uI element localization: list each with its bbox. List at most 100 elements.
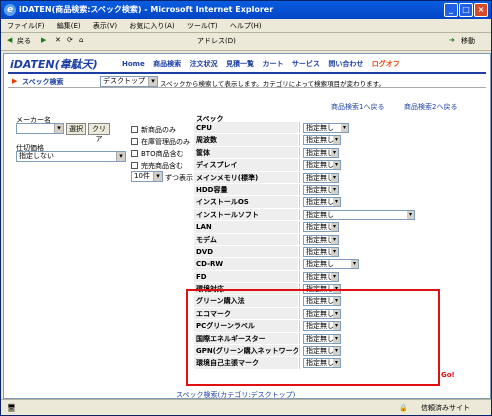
spec-row-value-cell: 指定無し <box>299 270 430 283</box>
spec-row-name: DVD <box>194 245 298 258</box>
nav-cart[interactable]: カート <box>262 60 283 68</box>
ie-icon: e <box>4 4 16 16</box>
spec-row-value-cell: 指定無し <box>299 171 430 183</box>
spec-select[interactable]: 指定無し <box>303 184 339 195</box>
nav-home[interactable]: Home <box>122 60 145 68</box>
title-bar: e iDATEN(商品検索:スペック検索) - Microsoft Intern… <box>1 1 491 19</box>
maker-select-button[interactable]: 選択 <box>66 123 86 135</box>
spec-select[interactable]: 指定無し <box>303 234 339 245</box>
close-button[interactable]: × <box>474 3 488 17</box>
price-select[interactable]: 指定しない <box>16 151 126 162</box>
spec-row-name: 周波数 <box>194 134 298 146</box>
menu-file[interactable]: ファイル(F) <box>7 22 45 30</box>
new-only-checkbox[interactable] <box>131 126 138 133</box>
nav-orders[interactable]: 注文状況 <box>190 60 218 68</box>
spec-row-value-cell: 指定無し <box>299 208 430 221</box>
soldout-label: 完売商品含む <box>141 162 183 170</box>
spec-select[interactable]: 指定無し <box>303 197 341 208</box>
site-nav: Home 商品検索 注文状況 見積一覧 カート サービス 問い合わせ ログオフ <box>122 59 406 69</box>
spec-row-name: ディスプレイ <box>194 159 298 171</box>
go-link[interactable]: Go! <box>441 371 455 379</box>
new-only-label: 新商品のみ <box>141 126 176 134</box>
spec-search-title: スペック検索 <box>22 78 64 86</box>
spec-row: HDD容量 指定無し <box>194 183 430 197</box>
browser-window: e iDATEN(商品検索:スペック検索) - Microsoft Intern… <box>0 0 492 416</box>
nav-services[interactable]: サービス <box>292 60 320 68</box>
maker-input[interactable] <box>16 123 64 134</box>
refresh-icon[interactable]: ⟳ <box>67 36 73 44</box>
spec-row-name: インストールOS <box>194 196 298 208</box>
spec-row-value-cell: 指定無し <box>299 221 430 233</box>
spec-row-value-cell: 指定無し <box>299 134 430 146</box>
spec-row-name: CPU <box>194 122 298 134</box>
page-icon: 🖥 <box>7 404 16 412</box>
spec-select[interactable]: 指定無し <box>303 246 339 257</box>
lock-icon: 🔒 <box>399 404 408 412</box>
spec-select[interactable]: 指定無し <box>303 209 415 220</box>
stock-only-label: 在庫管理品のみ <box>141 138 190 146</box>
maximize-button[interactable]: □ <box>459 3 473 17</box>
spec-row: 筐体 指定無し <box>194 146 430 160</box>
stop-icon[interactable]: ✕ <box>55 36 61 44</box>
spec-row-name: メインメモリ(標準) <box>194 171 298 183</box>
stock-only-checkbox[interactable] <box>131 138 138 145</box>
bto-checkbox[interactable] <box>131 150 138 157</box>
spec-select[interactable]: 指定無し <box>303 160 341 171</box>
spec-row-name: LAN <box>194 221 298 233</box>
spec-row: モデム 指定無し <box>194 233 430 246</box>
go-button[interactable]: 移動 <box>461 36 475 46</box>
minimize-button[interactable]: _ <box>444 3 458 17</box>
menu-help[interactable]: ヘルプ(H) <box>230 22 262 30</box>
menu-edit[interactable]: 編集(E) <box>57 22 81 30</box>
spec-select[interactable]: 指定無し <box>303 271 339 282</box>
spec-row-value-cell: 指定無し <box>299 233 430 245</box>
spec-select[interactable]: 指定無し <box>303 147 339 158</box>
soldout-checkbox[interactable] <box>131 162 138 169</box>
spec-row-value-cell: 指定無し <box>299 183 430 196</box>
bto-label: BTO商品含む <box>141 150 184 158</box>
spec-select[interactable]: 指定無し <box>303 123 349 133</box>
spec-row-value-cell: 指定無し <box>299 196 430 208</box>
home-icon[interactable]: ⌂ <box>79 36 83 44</box>
menu-bar: ファイル(F) 編集(E) 表示(V) お気に入り(A) ツール(T) ヘルプ(… <box>1 19 491 33</box>
back-arrow-icon[interactable]: ◀ <box>7 36 12 44</box>
spec-row-name: HDD容量 <box>194 183 298 196</box>
spec-select[interactable]: 指定無し <box>303 222 339 233</box>
address-label: アドレス(D) <box>197 37 236 45</box>
back-button[interactable]: 戻る <box>17 36 31 46</box>
nav-quotes[interactable]: 見積一覧 <box>226 60 254 68</box>
nav-logout[interactable]: ログオフ <box>372 60 400 68</box>
spec-row: DVD 指定無し <box>194 245 430 259</box>
zone-label: 信頼済みサイト <box>421 404 470 412</box>
back-to-search2-link[interactable]: 商品検索2へ戻る <box>404 102 457 112</box>
spec-select[interactable]: 指定無し <box>303 135 341 146</box>
spec-divider <box>8 87 486 88</box>
spec-row: CD-RW 指定無し <box>194 258 430 271</box>
spec-arrow-icon: ▶ <box>12 77 18 85</box>
spec-row: LAN 指定無し <box>194 221 430 234</box>
menu-favorites[interactable]: お気に入り(A) <box>129 22 174 30</box>
per-page-label: ずつ表示 <box>165 174 193 182</box>
nav-divider <box>8 72 486 74</box>
spec-row: ディスプレイ 指定無し <box>194 159 430 172</box>
spec-select[interactable]: 指定無し <box>303 172 339 183</box>
menu-tools[interactable]: ツール(T) <box>187 22 218 30</box>
spec-row-value-cell: 指定無し <box>299 122 430 134</box>
forward-arrow-icon[interactable]: ▶ <box>41 36 46 44</box>
status-bar: 🖥 🔒 信頼済みサイト <box>1 399 491 415</box>
back-to-search1-link[interactable]: 商品検索1へ戻る <box>331 102 384 112</box>
menu-view[interactable]: 表示(V) <box>93 22 117 30</box>
spec-row-value-cell: 指定無し <box>299 258 430 270</box>
spec-row-name: モデム <box>194 233 298 245</box>
spec-row: メインメモリ(標準) 指定無し <box>194 171 430 184</box>
window-title: iDATEN(商品検索:スペック検索) - Microsoft Internet… <box>19 5 274 14</box>
per-page-select[interactable]: 10件 <box>131 171 163 182</box>
nav-products[interactable]: 商品検索 <box>153 60 181 68</box>
spec-select[interactable]: 指定無し <box>303 259 359 270</box>
spec-row: インストールソフト 指定無し <box>194 208 430 222</box>
nav-inquiry[interactable]: 問い合わせ <box>328 60 363 68</box>
go-arrow-icon[interactable]: ➜ <box>449 36 455 44</box>
maker-clear-button[interactable]: クリア <box>88 123 110 143</box>
spec-row-name: CD-RW <box>194 258 298 270</box>
category-select[interactable]: デスクトップ <box>100 76 158 87</box>
